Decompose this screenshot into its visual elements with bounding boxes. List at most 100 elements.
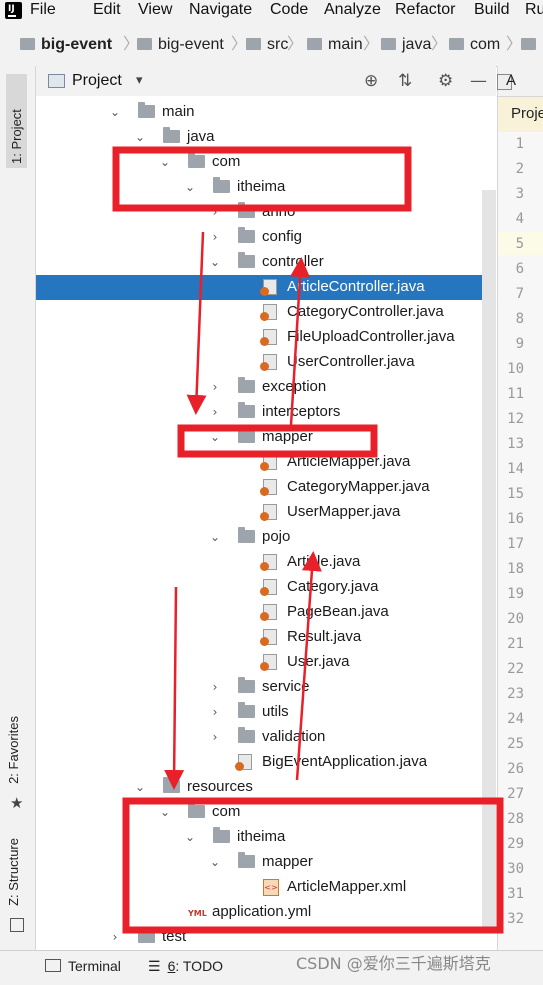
tree-folder-row[interactable]: ⌄ resources [36,775,496,800]
breadcrumb: big-event 〉 big-event 〉 src 〉 main 〉 jav… [0,24,543,67]
tree-file-row[interactable]: ArticleController.java [36,275,496,300]
line-number: 4 [515,211,524,227]
tree-scrollbar[interactable] [482,190,496,930]
tree-file-row[interactable]: CategoryMapper.java [36,475,496,500]
tree-folder-row[interactable]: › validation [36,725,496,750]
tree-folder-row[interactable]: › test [36,925,496,950]
breadcrumb-separator: 〉 [506,36,523,53]
tree-file-row[interactable]: UserMapper.java [36,500,496,525]
tree-folder-row[interactable]: ⌄ pojo [36,525,496,550]
breadcrumb-project[interactable]: big-event [20,34,112,56]
tree-folder-row[interactable]: ⌄ com [36,150,496,175]
tree-file-row[interactable]: Result.java [36,625,496,650]
chevron-down-icon[interactable]: ⌄ [134,128,146,146]
chevron-down-icon[interactable]: ⌄ [159,153,171,171]
chevron-down-icon[interactable]: ⌄ [109,103,121,121]
tree-folder-row[interactable]: ⌄ mapper [36,425,496,450]
locate-icon[interactable]: ⊕ [364,70,378,92]
chevron-down-icon[interactable]: ⌄ [184,178,196,196]
chevron-down-icon[interactable]: ⌄ [209,428,221,446]
gear-icon[interactable]: ⚙ [438,70,453,92]
breadcrumb-next[interactable] [521,34,542,56]
hide-icon[interactable]: — [470,70,487,92]
tree-folder-row[interactable]: › anno [36,200,496,225]
menu-run[interactable]: Ru [525,0,543,20]
menu-edit[interactable]: Edit [93,0,121,20]
chevron-right-icon[interactable]: › [209,728,221,746]
terminal-tab[interactable]: Terminal [45,956,121,976]
project-panel-header: Project ▾ ⊕ ⇅ ⚙ — [36,66,496,97]
tree-file-row[interactable]: YML application.yml [36,900,496,925]
breadcrumb-module[interactable]: big-event [137,34,224,56]
tree-item-label: main [162,103,195,120]
chevron-down-icon[interactable]: ⌄ [184,828,196,846]
breadcrumb-src[interactable]: src [246,34,288,56]
breadcrumb-separator: 〉 [287,36,304,53]
line-number: 15 [507,486,524,502]
chevron-right-icon[interactable]: › [109,928,121,946]
tree-folder-row[interactable]: › config [36,225,496,250]
menu-refactor[interactable]: Refactor [395,0,455,20]
tree-item-label: UserMapper.java [287,503,401,520]
tree-folder-row[interactable]: ⌄ controller [36,250,496,275]
tree-folder-row[interactable]: › utils [36,700,496,725]
chevron-right-icon[interactable]: › [209,203,221,221]
tree-file-row[interactable]: UserController.java [36,350,496,375]
editor-tab[interactable]: A [497,66,543,97]
menu-view[interactable]: View [138,0,172,20]
tree-file-row[interactable]: User.java [36,650,496,675]
project-view-selector[interactable]: Project [72,70,122,92]
tree-file-row[interactable]: Article.java [36,550,496,575]
tree-file-row[interactable]: Category.java [36,575,496,600]
chevron-down-icon[interactable]: ▾ [136,70,143,92]
tree-file-row[interactable]: FileUploadController.java [36,325,496,350]
menu-file[interactable]: File [30,0,56,20]
tree-folder-row[interactable]: › service [36,675,496,700]
menu-navigate[interactable]: Navigate [189,0,252,20]
collapse-all-icon[interactable]: ⇅ [398,70,412,92]
chevron-down-icon[interactable]: ⌄ [209,853,221,871]
breadcrumb-main[interactable]: main [307,34,363,56]
tree-folder-row[interactable]: ⌄ itheima [36,175,496,200]
line-number: 20 [507,611,524,627]
tree-item-label: application.yml [212,903,312,920]
chevron-right-icon[interactable]: › [209,703,221,721]
tree-folder-row[interactable]: › exception [36,375,496,400]
chevron-down-icon[interactable]: ⌄ [134,778,146,796]
chevron-down-icon[interactable]: ⌄ [159,803,171,821]
chevron-right-icon[interactable]: › [209,403,221,421]
line-number: 6 [515,261,524,277]
menu-build[interactable]: Build [474,0,510,20]
tree-file-row[interactable]: CategoryController.java [36,300,496,325]
chevron-right-icon[interactable]: › [209,228,221,246]
tree-folder-row[interactable]: ⌄ itheima [36,825,496,850]
chevron-down-icon[interactable]: ⌄ [209,253,221,271]
tree-folder-row[interactable]: ⌄ main [36,100,496,125]
tree-folder-row[interactable]: › interceptors [36,400,496,425]
project-tool-tab[interactable]: 1: Project [6,74,27,168]
folder-icon [213,827,230,843]
tree-folder-row[interactable]: ⌄ com [36,800,496,825]
tree-folder-row[interactable]: ⌄ java [36,125,496,150]
tree-file-row[interactable]: <> ArticleMapper.xml [36,875,496,900]
tree-item-label: exception [262,378,327,395]
breadcrumb-com[interactable]: com [449,34,500,56]
tree-file-row[interactable]: PageBean.java [36,600,496,625]
breadcrumb-separator: 〉 [363,36,380,53]
menu-code[interactable]: Code [270,0,308,20]
tree-item-label: Category.java [287,578,379,595]
breadcrumb-java[interactable]: java [381,34,431,56]
folder-icon [238,727,255,743]
chevron-down-icon[interactable]: ⌄ [209,528,221,546]
tree-file-row[interactable]: ArticleMapper.java [36,450,496,475]
chevron-right-icon[interactable]: › [209,678,221,696]
structure-tool-tab[interactable]: Z: Structure [6,838,21,906]
menu-analyze[interactable]: Analyze [324,0,381,20]
menu-bar: IJ File Edit View Navigate Code Analyze … [0,0,543,24]
tree-file-row[interactable]: BigEventApplication.java [36,750,496,775]
favorites-tool-tab[interactable]: 2: Favorites [6,716,21,784]
tree-folder-row[interactable]: ⌄ mapper [36,850,496,875]
chevron-right-icon[interactable]: › [209,378,221,396]
line-number: 26 [507,761,524,777]
todo-tab[interactable]: ☰ 6: TODO [148,956,223,976]
